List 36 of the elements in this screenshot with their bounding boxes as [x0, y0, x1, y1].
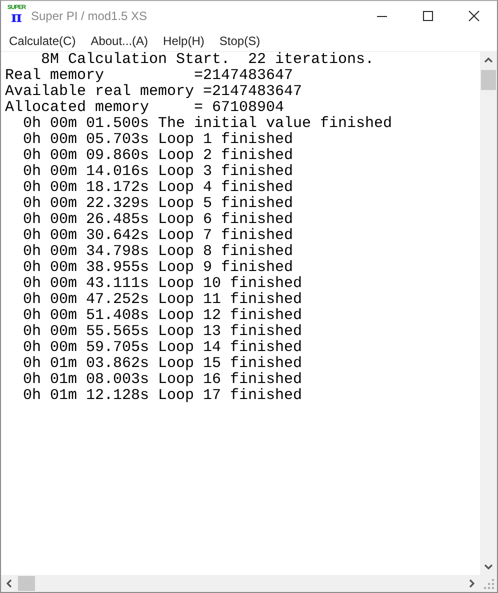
output-line: 0h 00m 14.016s Loop 3 finished	[22, 164, 294, 180]
output-line: 8M Calculation Start. 22 iterations.	[40, 52, 376, 68]
output-line: 0h 01m 12.128s Loop 17 finished	[22, 388, 304, 404]
scroll-thumb[interactable]	[18, 576, 35, 591]
output-line: 0h 00m 30.642s Loop 7 finished	[22, 228, 294, 244]
menu-item[interactable]: Stop(S)	[215, 31, 264, 51]
output-line: Real memory =2147483647	[5, 68, 294, 84]
output-line: 0h 00m 22.329s Loop 5 finished	[22, 196, 294, 212]
output-line: 0h 01m 03.862s Loop 15 finished	[22, 356, 304, 372]
output-line: 0h 00m 43.111s Loop 10 finished	[22, 276, 304, 292]
output-line: 0h 00m 38.955s Loop 9 finished	[22, 260, 294, 276]
output-line: Allocated memory = 67108904	[5, 100, 286, 116]
output-line: 0h 00m 26.485s Loop 6 finished	[22, 212, 294, 228]
output-line: 0h 00m 09.860s Loop 2 finished	[22, 148, 294, 164]
scroll-right-icon[interactable]	[469, 579, 475, 588]
menu-item[interactable]: Calculate(C)	[5, 31, 80, 51]
output-line: 0h 00m 55.565s Loop 13 finished	[22, 324, 304, 340]
output-line: 0h 00m 47.252s Loop 11 finished	[22, 292, 304, 308]
vertical-scrollbar[interactable]	[480, 52, 497, 575]
window-title: Super PI / mod1.5 XS	[31, 9, 148, 23]
close-icon	[468, 10, 480, 22]
output-line: 0h 00m 59.705s Loop 14 finished	[22, 340, 304, 356]
output-line: 0h 01m 08.003s Loop 16 finished	[22, 372, 304, 388]
output-line: 0h 00m 01.500s The initial value finished	[22, 116, 394, 132]
output-line: 0h 00m 05.703s Loop 1 finished	[22, 132, 294, 148]
menu-item[interactable]: Help(H)	[159, 31, 208, 51]
output-line: Available real memory =2147483647	[5, 84, 304, 100]
menu-item[interactable]: About...(A)	[86, 31, 152, 51]
scroll-left-icon[interactable]	[6, 579, 12, 588]
output-line: 0h 00m 18.172s Loop 4 finished	[22, 180, 294, 196]
scroll-up-icon[interactable]	[484, 57, 493, 63]
maximize-icon	[422, 10, 434, 22]
scroll-thumb[interactable]	[481, 70, 496, 90]
output-line: 0h 00m 51.408s Loop 12 finished	[22, 308, 304, 324]
scroll-down-icon[interactable]	[484, 564, 493, 570]
output-line: 0h 00m 34.798s Loop 8 finished	[22, 244, 294, 260]
